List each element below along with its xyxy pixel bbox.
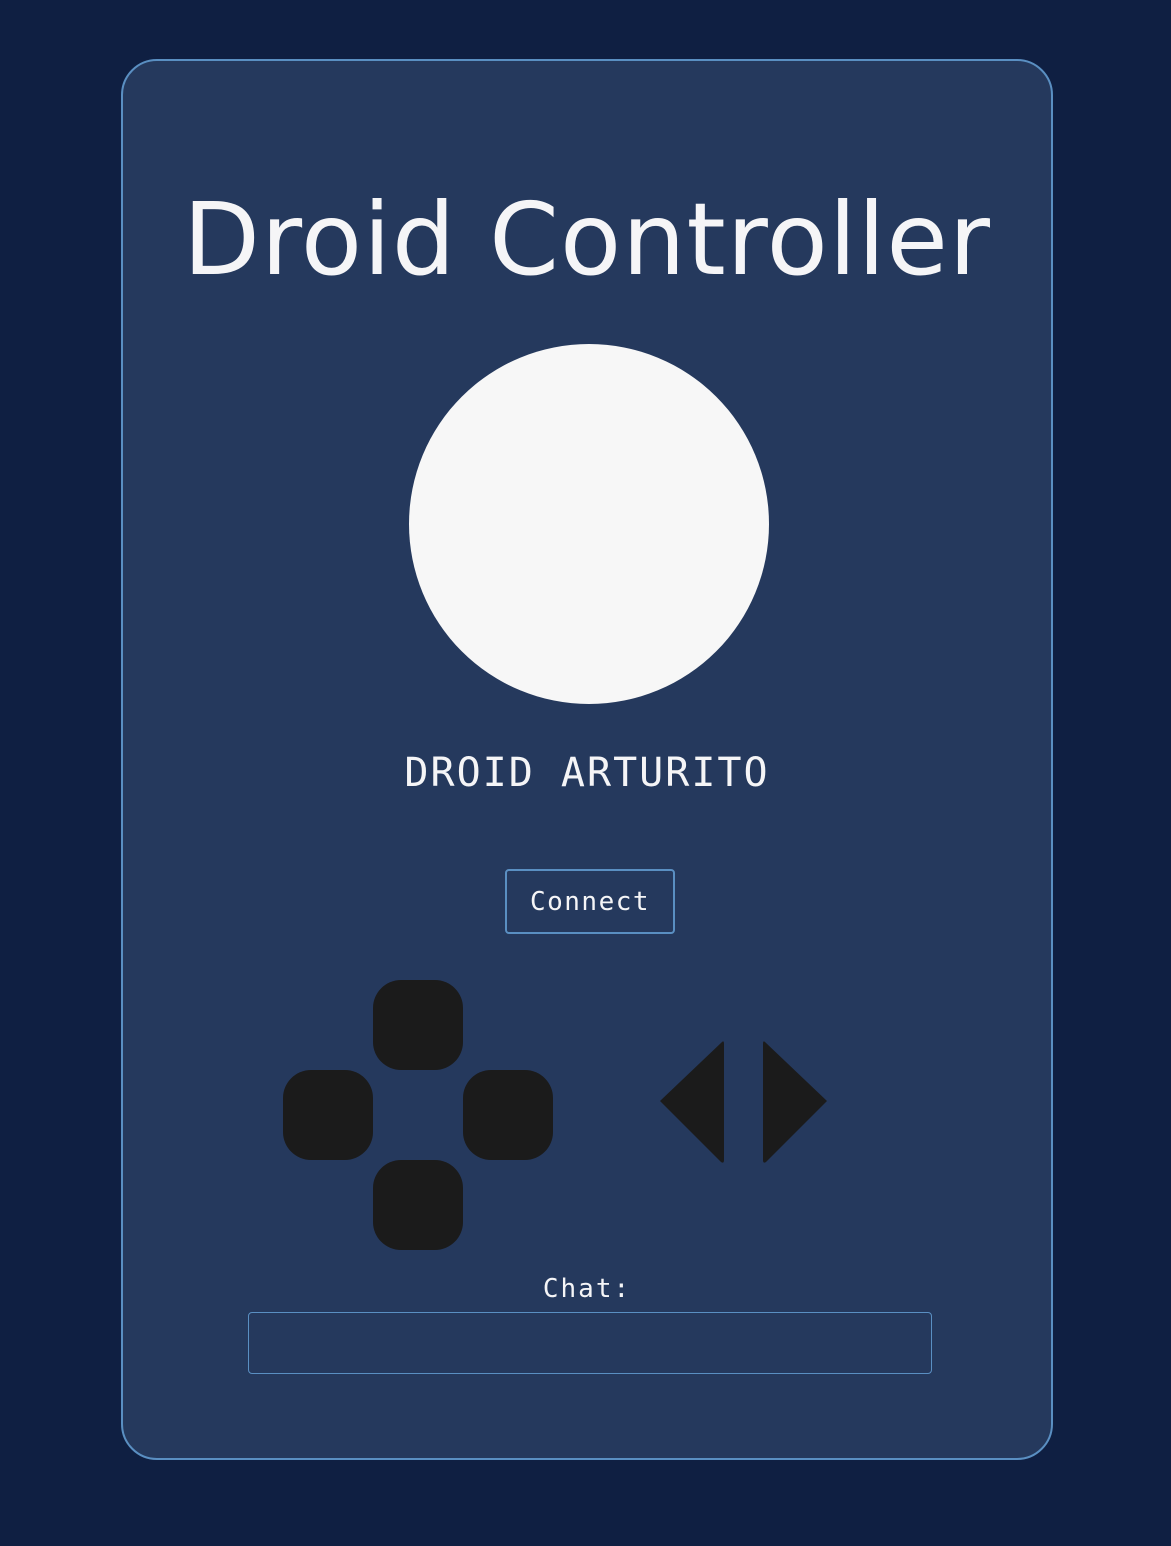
droid-name: DROID ARTURITO bbox=[404, 750, 770, 796]
rotate-right-button[interactable] bbox=[759, 1038, 831, 1166]
controller-card: Droid Controller DROID ARTURITO Connect … bbox=[121, 59, 1053, 1460]
triangle-right-icon bbox=[763, 1041, 827, 1163]
triangle-left-icon bbox=[660, 1041, 724, 1163]
move-down-button[interactable] bbox=[373, 1160, 463, 1250]
connect-button[interactable]: Connect bbox=[505, 869, 675, 934]
rotate-left-button[interactable] bbox=[656, 1038, 728, 1166]
move-left-button[interactable] bbox=[283, 1070, 373, 1160]
move-up-button[interactable] bbox=[373, 980, 463, 1070]
chat-label: Chat: bbox=[542, 1274, 632, 1304]
move-right-button[interactable] bbox=[463, 1070, 553, 1160]
page-title: Droid Controller bbox=[182, 181, 992, 298]
chat-input[interactable] bbox=[248, 1312, 932, 1374]
droid-avatar bbox=[409, 344, 769, 704]
